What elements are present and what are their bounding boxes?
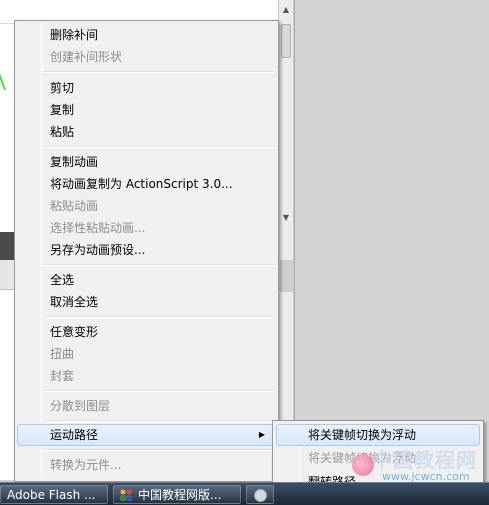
menu-item-label: 创建补间形状: [50, 50, 123, 64]
menu-item-copy-motion-as-as3[interactable]: 将动画复制为 ActionScript 3.0...: [17, 173, 276, 195]
menu-item-remove-tween[interactable]: 删除补间: [17, 24, 276, 46]
menu-separator: [45, 420, 274, 422]
menu-item-label: 粘贴动画: [50, 199, 99, 213]
menu-item-label: 将关键帧切换为浮动: [308, 428, 417, 442]
menu-item-paste-motion[interactable]: 粘贴动画: [17, 195, 276, 217]
vertical-scrollbar[interactable]: ▲ ▼: [278, 0, 294, 260]
menu-item-label: 扭曲: [50, 347, 75, 361]
menu-item-cut[interactable]: 剪切: [17, 77, 276, 99]
menu-item-envelope[interactable]: 封套: [17, 365, 276, 387]
menu-item-motion-path[interactable]: 运动路径 ▶: [17, 424, 276, 446]
context-menu: 删除补间 创建补间形状 剪切 复制 粘贴 复制动画 将动画复制为 ActionS…: [14, 20, 279, 482]
menu-item-label: 另存为动画预设...: [50, 243, 146, 257]
menu-item-label: 将关键帧切换为浮动: [308, 451, 417, 465]
menu-item-distort[interactable]: 扭曲: [17, 343, 276, 365]
menu-separator: [45, 71, 274, 73]
menu-item-label: 选择性粘贴动画...: [50, 221, 146, 235]
taskbar-button-app[interactable]: [246, 485, 274, 504]
menu-item-label: 任意变形: [50, 325, 99, 339]
scroll-down-icon[interactable]: ▼: [281, 212, 291, 224]
menu-item-label: 复制: [50, 103, 75, 117]
scroll-up-icon[interactable]: ▲: [281, 4, 291, 16]
menu-item-deselect-all[interactable]: 取消全选: [17, 291, 276, 313]
menu-item-paste-motion-special[interactable]: 选择性粘贴动画...: [17, 217, 276, 239]
menu-item-convert-to-symbol[interactable]: 转换为元件...: [17, 454, 276, 476]
menu-separator: [45, 390, 274, 392]
menu-item-label: 封套: [50, 369, 75, 383]
people-icon: [120, 489, 132, 501]
menu-item-create-shape-tween[interactable]: 创建补间形状: [17, 46, 276, 68]
menu-item-label: 将动画复制为 ActionScript 3.0...: [50, 177, 233, 191]
menu-item-label: 取消全选: [50, 295, 99, 309]
menu-item-label: 分散到图层: [50, 399, 111, 413]
menu-item-label: 删除补间: [50, 28, 99, 42]
menu-separator: [45, 449, 274, 451]
menu-item-select-all[interactable]: 全选: [17, 269, 276, 291]
taskbar-button-browser[interactable]: 中国教程网版...: [113, 485, 241, 504]
menu-item-label: 剪切: [50, 81, 75, 95]
menu-item-copy-motion[interactable]: 复制动画: [17, 151, 276, 173]
taskbar-button-label: Adobe Flash ...: [7, 488, 96, 502]
menu-item-copy[interactable]: 复制: [17, 99, 276, 121]
menu-item-save-motion-preset[interactable]: 另存为动画预设...: [17, 239, 276, 261]
app-icon: [254, 489, 267, 502]
menu-item-label: 运动路径: [50, 428, 99, 442]
right-panel: [294, 0, 489, 480]
menu-item-free-transform[interactable]: 任意变形: [17, 321, 276, 343]
menu-separator: [45, 146, 274, 148]
taskbar: Adobe Flash ... 中国教程网版...: [0, 482, 489, 505]
menu-item-label: 粘贴: [50, 125, 75, 139]
triangle-right-icon: ▶: [258, 430, 265, 439]
menu-item-label: 转换为元件...: [50, 458, 122, 472]
menu-item-label: 全选: [50, 273, 75, 287]
menu-item-distribute-to-layers[interactable]: 分散到图层: [17, 395, 276, 417]
taskbar-button-label: 中国教程网版...: [138, 488, 222, 502]
menu-item-label: 复制动画: [50, 155, 99, 169]
menu-separator: [45, 264, 274, 266]
menu-item-paste[interactable]: 粘贴: [17, 121, 276, 143]
menu-separator: [45, 316, 274, 318]
taskbar-button-flash[interactable]: Adobe Flash ...: [0, 485, 108, 504]
submenu-item-toggle-keyframes-floating[interactable]: 将关键帧切换为浮动: [276, 424, 480, 446]
submenu-item-toggle-keyframes-disabled[interactable]: 将关键帧切换为浮动: [276, 447, 480, 469]
scroll-thumb[interactable]: [281, 24, 291, 58]
timeline-scrollbar[interactable]: [278, 292, 294, 422]
